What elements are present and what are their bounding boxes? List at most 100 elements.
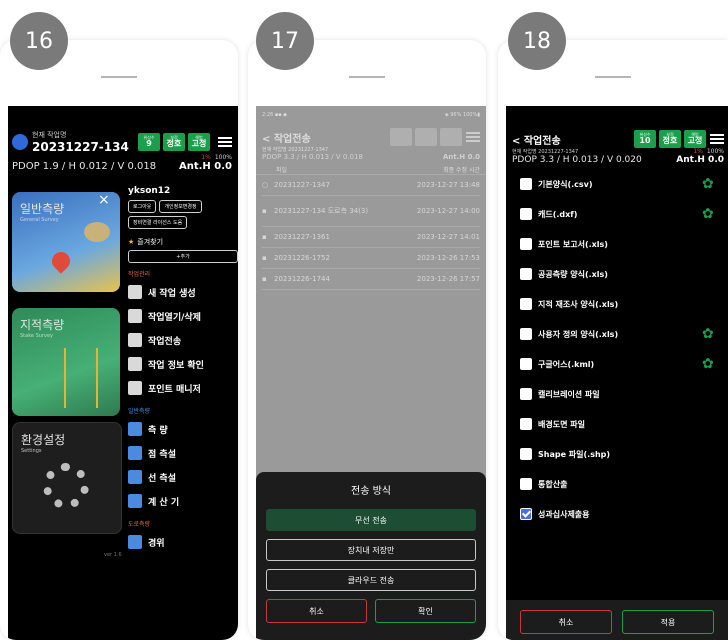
checkbox[interactable] [520, 358, 532, 370]
pdop-readout: PDOP 1.9 / H 0.012 / V 0.018 Ant.H 0.0 [12, 161, 232, 172]
menu-survey[interactable]: 측 량 [128, 417, 238, 441]
option-point-report[interactable]: 포인트 보고서(.xls) [506, 229, 728, 259]
logout-button[interactable]: 로그아웃 [128, 200, 157, 213]
folder-icon [128, 309, 142, 323]
menu-line-stakeout[interactable]: 선 측설 [128, 465, 238, 489]
option-public-survey[interactable]: 공공측량 양식(.xls) [506, 259, 728, 289]
screen-16-main-menu: 현재 작업명 20231227-134 위성수 9 보정 정호 해법 고정 1% 100… [8, 106, 238, 640]
checkbox[interactable] [520, 388, 532, 400]
phone-notch [101, 76, 137, 78]
tile-stake-survey[interactable]: 지적측량 Stake Survey [12, 308, 120, 416]
device-license-button[interactable]: 장비연결 라이선스 도움 [128, 216, 188, 229]
menu-job-transfer[interactable]: 작업전송 [128, 328, 238, 352]
star-icon: ★ [128, 238, 135, 246]
transfer-icon [128, 333, 142, 347]
checkbox[interactable] [520, 418, 532, 430]
option-combined[interactable]: 통합산출 [506, 469, 728, 499]
pdop-readout: PDOP 3.3 / H 0.013 / V 0.018 Ant.H 0.0 [262, 153, 480, 161]
info-icon [128, 357, 142, 371]
correction-chip[interactable]: 보정 정호 [659, 130, 681, 148]
gnss-status-chips [390, 128, 462, 146]
status-bar: 2:26 ▪▪ ◆ ◈ 96% 100%▮ [262, 112, 480, 118]
gnss-status-chips[interactable]: 위성수 9 보정 정호 해법 고정 [138, 133, 210, 151]
road-icon [128, 535, 142, 549]
close-icon[interactable]: × [98, 192, 110, 208]
username: ykson12 [128, 186, 171, 196]
checkbox[interactable] [520, 448, 532, 460]
file-row[interactable]: ▪ 20231227-134 도로측 34(3) 2023-12-27 14:00 [262, 196, 480, 227]
option-user-defined[interactable]: 사용자 정의 양식(.xls) ✿ [506, 319, 728, 349]
satellite-count-chip[interactable]: 위성수 10 [634, 130, 656, 148]
add-favorite-button[interactable]: +추가 [128, 250, 238, 263]
solution-chip[interactable]: 해법 고정 [188, 133, 210, 151]
gnss-status-chips[interactable]: 위성수 10 보정 정호 해법 고정 [634, 130, 706, 148]
cancel-button[interactable]: 취소 [266, 599, 367, 623]
gear-icon[interactable]: ✿ [702, 357, 714, 371]
cloud-transfer-button[interactable]: 클라우드 전송 [266, 569, 476, 591]
correction-chip[interactable]: 보정 정호 [163, 133, 185, 151]
menu-open-delete-job[interactable]: 작업열기/삭제 [128, 304, 238, 328]
checkbox[interactable] [520, 208, 532, 220]
option-calibration[interactable]: 캘리브레이션 파일 [506, 379, 728, 409]
checkbox[interactable] [520, 328, 532, 340]
menu-new-job[interactable]: 새 작업 생성 [128, 280, 238, 304]
confirm-button[interactable]: 확인 [375, 599, 476, 623]
gear-icon[interactable]: ✿ [702, 327, 714, 341]
checkbox-checked[interactable] [520, 508, 532, 520]
screen-title[interactable]: < 작업전송 [262, 130, 390, 145]
gear-icon[interactable]: ✿ [702, 177, 714, 191]
hamburger-menu-icon[interactable] [218, 137, 232, 147]
option-dxf[interactable]: 캐드(.dxf) ✿ [506, 199, 728, 229]
file-table-header: 파일 최종 수정 시간 [256, 161, 486, 175]
screen-title[interactable]: < 작업전송 [512, 132, 634, 147]
checkbox[interactable] [520, 478, 532, 490]
file-row[interactable]: ▪ 20231226-1744 2023-12-26 17:57 [262, 269, 480, 290]
option-result-submission[interactable]: 성과십사제출용 [506, 499, 728, 529]
checkbox[interactable] [520, 268, 532, 280]
cancel-button[interactable]: 취소 [520, 610, 612, 634]
file-row[interactable]: ▪ 20231227-1361 2023-12-27 14:01 [262, 227, 480, 248]
calculator-icon [128, 494, 142, 508]
option-cadastral[interactable]: 지적 재조사 양식(.xls) [506, 289, 728, 319]
option-shape[interactable]: Shape 파일(.shp) [506, 439, 728, 469]
favorites-header: ★ 즐겨찾기 [128, 238, 164, 246]
status-row: 1% 100% [201, 154, 232, 161]
checkbox[interactable] [520, 298, 532, 310]
wireless-transfer-button[interactable]: 무선 전송 [266, 509, 476, 531]
apply-button[interactable]: 적용 [622, 610, 714, 634]
tripod-icon [64, 348, 98, 408]
option-kml[interactable]: 구글어스(.kml) ✿ [506, 349, 728, 379]
menu-point-manager[interactable]: 포인트 매니저 [128, 376, 238, 400]
phone-notch [349, 76, 385, 78]
line-stakeout-icon [128, 470, 142, 484]
map-pin-icon [48, 248, 74, 274]
file-row[interactable]: ○ 20231227-1347 2023-12-27 13:48 [262, 175, 480, 196]
new-job-icon [128, 285, 142, 299]
point-stakeout-icon [128, 446, 142, 460]
job-sub: 현재 작업명 20231227-1347 [262, 147, 329, 153]
tile-settings[interactable]: 환경설정 Settings [12, 422, 122, 534]
menu-road-item[interactable]: 경위 [128, 530, 238, 554]
device-save-button[interactable]: 장치내 저장만 [266, 539, 476, 561]
menu-job-info[interactable]: 작업 정보 확인 [128, 352, 238, 376]
phone-17: 2:26 ▪▪ ◆ ◈ 96% 100%▮ < 작업전송 현재 작업명 20231… [248, 40, 486, 640]
satellite-count-chip[interactable]: 위성수 9 [138, 133, 160, 151]
edit-profile-button[interactable]: 개인정보변경정 [159, 200, 202, 213]
screen-17-transfer-dialog: 2:26 ▪▪ ◆ ◈ 96% 100%▮ < 작업전송 현재 작업명 20231… [256, 106, 486, 640]
sheet-title: 전송 방식 [351, 486, 391, 497]
phone-notch [595, 76, 631, 78]
job-name: 20231227-134 [32, 140, 129, 154]
app-logo-icon [12, 134, 28, 150]
job-sub: 현재 작업명 20231227-1347 [512, 149, 579, 155]
checkbox[interactable] [520, 178, 532, 190]
checkbox[interactable] [520, 238, 532, 250]
file-row[interactable]: ▪ 20231226-1752 2023-12-26 17:53 [262, 248, 480, 269]
hamburger-menu-icon[interactable] [710, 134, 724, 144]
solution-chip[interactable]: 해법 고정 [684, 130, 706, 148]
option-csv[interactable]: 기본양식(.csv) ✿ [506, 169, 728, 199]
menu-calculator[interactable]: 계 산 기 [128, 489, 238, 513]
menu-point-stakeout[interactable]: 점 측설 [128, 441, 238, 465]
gear-icon[interactable]: ✿ [702, 207, 714, 221]
point-manager-icon [128, 381, 142, 395]
option-background[interactable]: 배경도면 파일 [506, 409, 728, 439]
